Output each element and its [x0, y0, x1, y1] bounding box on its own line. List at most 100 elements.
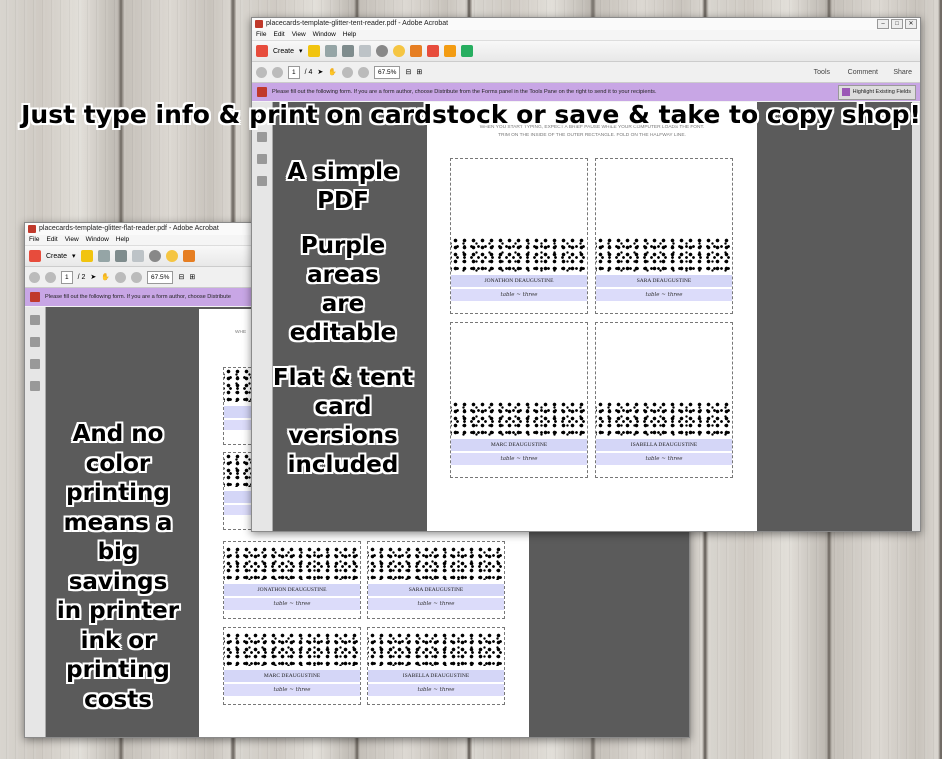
print-icon[interactable] — [114, 250, 127, 262]
table-field[interactable]: table ~ three — [596, 453, 732, 465]
name-field[interactable]: MARC DEAUGUSTINE — [224, 670, 360, 682]
menu-window[interactable]: Window — [86, 236, 109, 243]
hand-tool-icon[interactable]: ✋ — [101, 273, 110, 281]
gear-icon[interactable] — [375, 45, 388, 57]
note-line: in printer — [56, 598, 180, 624]
hand-tool-icon[interactable]: ✋ — [328, 68, 337, 76]
page-number-input[interactable]: 1 — [288, 65, 300, 79]
zoom-in-icon[interactable] — [131, 271, 143, 283]
sign-icon[interactable] — [460, 45, 473, 57]
form-icon — [30, 292, 40, 302]
name-field[interactable]: JONATHON DEAUGUSTINE — [451, 275, 587, 287]
save-icon[interactable] — [324, 45, 337, 57]
menu-file[interactable]: File — [256, 31, 266, 38]
menu-view[interactable]: View — [65, 236, 79, 243]
tent-card: JONATHON DEAUGUSTINE table ~ three — [450, 158, 588, 314]
chevron-down-icon: ▾ — [72, 253, 76, 260]
menu-edit[interactable]: Edit — [273, 31, 284, 38]
table-field[interactable]: table ~ three — [224, 598, 360, 610]
signatures-icon[interactable] — [30, 381, 40, 391]
table-field[interactable]: table ~ three — [451, 453, 587, 465]
tent-card: MARC DEAUGUSTINE table ~ three — [450, 322, 588, 478]
zoom-out-icon[interactable] — [115, 271, 127, 283]
table-field[interactable]: table ~ three — [368, 598, 504, 610]
navigation-panel — [25, 307, 46, 737]
tab-comment[interactable]: Comment — [848, 69, 878, 76]
name-field[interactable]: MARC DEAUGUSTINE — [451, 439, 587, 451]
bookmarks-icon[interactable] — [30, 337, 40, 347]
page-number-input[interactable]: 1 — [61, 270, 73, 284]
comment-icon[interactable] — [165, 250, 178, 262]
name-field[interactable]: ISABELLA DEAUGUSTINE — [596, 439, 732, 451]
close-icon[interactable]: ✕ — [905, 19, 917, 29]
zoom-input[interactable]: 67.5% — [147, 270, 174, 284]
confetti-graphic — [451, 237, 587, 273]
window-controls: – □ ✕ — [877, 19, 917, 29]
zoom-in-icon[interactable] — [358, 66, 370, 78]
table-field[interactable]: table ~ three — [596, 289, 732, 301]
form-message: Please fill out the following form. If y… — [272, 89, 657, 95]
fit-page-icon[interactable]: ⊞ — [189, 273, 195, 281]
table-field[interactable]: table ~ three — [368, 684, 504, 696]
minimize-icon[interactable]: – — [877, 19, 889, 29]
tab-tools[interactable]: Tools — [814, 69, 830, 76]
name-field[interactable]: JONATHON DEAUGUSTINE — [224, 584, 360, 596]
tent-card: ISABELLA DEAUGUSTINE table ~ three — [595, 322, 733, 478]
table-field[interactable]: table ~ three — [224, 684, 360, 696]
signatures-icon[interactable] — [257, 176, 267, 186]
next-page-icon[interactable] — [272, 66, 283, 78]
zoom-out-icon[interactable] — [342, 66, 354, 78]
next-page-icon[interactable] — [45, 271, 56, 283]
menu-edit[interactable]: Edit — [46, 236, 57, 243]
name-field[interactable]: SARA DEAUGUSTINE — [368, 584, 504, 596]
menu-help[interactable]: Help — [343, 31, 356, 38]
place-card: SARA DEAUGUSTINE table ~ three — [367, 541, 505, 619]
confetti-graphic — [451, 401, 587, 437]
create-button[interactable]: Create — [273, 48, 294, 55]
place-card: MARC DEAUGUSTINE table ~ three — [223, 627, 361, 705]
email-icon[interactable] — [131, 250, 144, 262]
email-icon[interactable] — [358, 45, 371, 57]
scrollbar[interactable] — [912, 102, 920, 531]
stamp-icon[interactable] — [182, 250, 195, 262]
fit-width-icon[interactable]: ⊟ — [405, 68, 411, 76]
select-tool-icon[interactable]: ➤ — [90, 273, 96, 281]
attachments-icon[interactable] — [30, 359, 40, 369]
print-icon[interactable] — [341, 45, 354, 57]
note-spacer — [268, 216, 418, 232]
pdf-page: WHEN YOU START TYPING, EXPECT A BRIEF PA… — [427, 102, 757, 531]
prev-page-icon[interactable] — [256, 66, 267, 78]
save-icon[interactable] — [97, 250, 110, 262]
open-icon[interactable] — [307, 45, 320, 57]
pages-icon[interactable] — [30, 315, 40, 325]
fit-page-icon[interactable]: ⊞ — [416, 68, 422, 76]
confetti-graphic — [368, 632, 504, 666]
menu-view[interactable]: View — [292, 31, 306, 38]
name-field[interactable]: ISABELLA DEAUGUSTINE — [368, 670, 504, 682]
name-field[interactable]: SARA DEAUGUSTINE — [596, 275, 732, 287]
create-button[interactable]: Create — [46, 253, 67, 260]
table-field[interactable]: table ~ three — [451, 289, 587, 301]
menu-file[interactable]: File — [29, 236, 39, 243]
gear-icon[interactable] — [148, 250, 161, 262]
stamp-icon[interactable] — [409, 45, 422, 57]
note-line: card — [314, 394, 372, 420]
tab-share[interactable]: Share — [893, 69, 912, 76]
combine-icon[interactable] — [443, 45, 456, 57]
page-total: / 2 — [77, 273, 86, 281]
confetti-graphic — [596, 237, 732, 273]
zoom-input[interactable]: 67.5% — [374, 65, 401, 79]
comment-icon[interactable] — [392, 45, 405, 57]
fit-width-icon[interactable]: ⊟ — [178, 273, 184, 281]
menu-help[interactable]: Help — [116, 236, 129, 243]
select-tool-icon[interactable]: ➤ — [317, 68, 323, 76]
bookmarks-icon[interactable] — [257, 132, 267, 142]
attachments-icon[interactable] — [257, 154, 267, 164]
open-icon[interactable] — [80, 250, 93, 262]
feature-note-left: And no color printing means a big saving… — [44, 420, 192, 715]
pdf-export-icon[interactable] — [426, 45, 439, 57]
prev-page-icon[interactable] — [29, 271, 40, 283]
feature-note-right: A simple PDF Purple areas are editable F… — [268, 158, 418, 480]
menu-window[interactable]: Window — [313, 31, 336, 38]
maximize-icon[interactable]: □ — [891, 19, 903, 29]
